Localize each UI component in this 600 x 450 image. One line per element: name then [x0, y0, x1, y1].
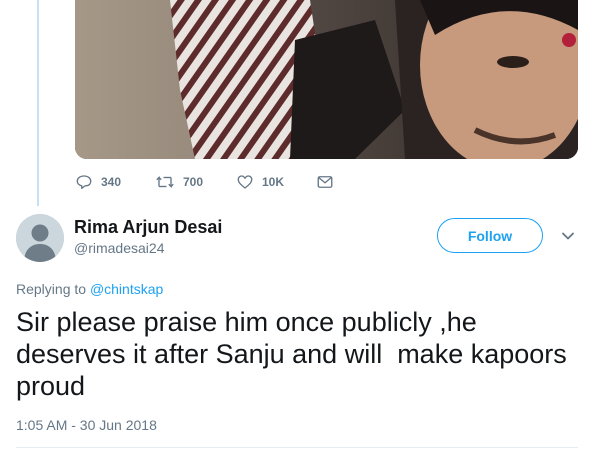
thread-line [37, 0, 39, 206]
follow-label: Follow [467, 227, 513, 244]
reply-action[interactable]: 340 [75, 170, 121, 194]
tweet-photo[interactable] [75, 0, 578, 159]
replying-to: Replying to @chintskap [16, 281, 163, 297]
retweet-count: 700 [183, 175, 204, 189]
author-name[interactable]: Rima Arjun Desai [74, 217, 222, 238]
default-profile-icon [16, 214, 64, 262]
tweet-actions: 340 700 10K [75, 170, 375, 194]
heart-icon [237, 175, 253, 189]
reply-count: 340 [101, 175, 122, 189]
replying-prefix: Replying to [16, 281, 87, 297]
like-count: 10K [262, 175, 285, 189]
retweet-action[interactable]: 700 [155, 170, 203, 194]
tweet-timestamp[interactable]: 1:05 AM - 30 Jun 2018 [16, 417, 157, 433]
follow-button[interactable]: Follow [437, 218, 543, 253]
avatar[interactable] [16, 214, 64, 262]
tweet-text: Sir please praise him once publicly ,he … [16, 307, 575, 401]
author-handle[interactable]: @rimadesai24 [74, 240, 164, 256]
divider [16, 447, 578, 448]
photo-content [75, 0, 578, 159]
direct-message-action[interactable] [316, 170, 342, 194]
reply-icon [76, 175, 92, 190]
reply-mention-link[interactable]: @chintskap [90, 281, 163, 297]
like-action[interactable]: 10K [236, 170, 284, 194]
mail-icon [317, 176, 333, 188]
retweet-icon [156, 175, 174, 189]
chevron-down-icon[interactable] [561, 229, 575, 243]
